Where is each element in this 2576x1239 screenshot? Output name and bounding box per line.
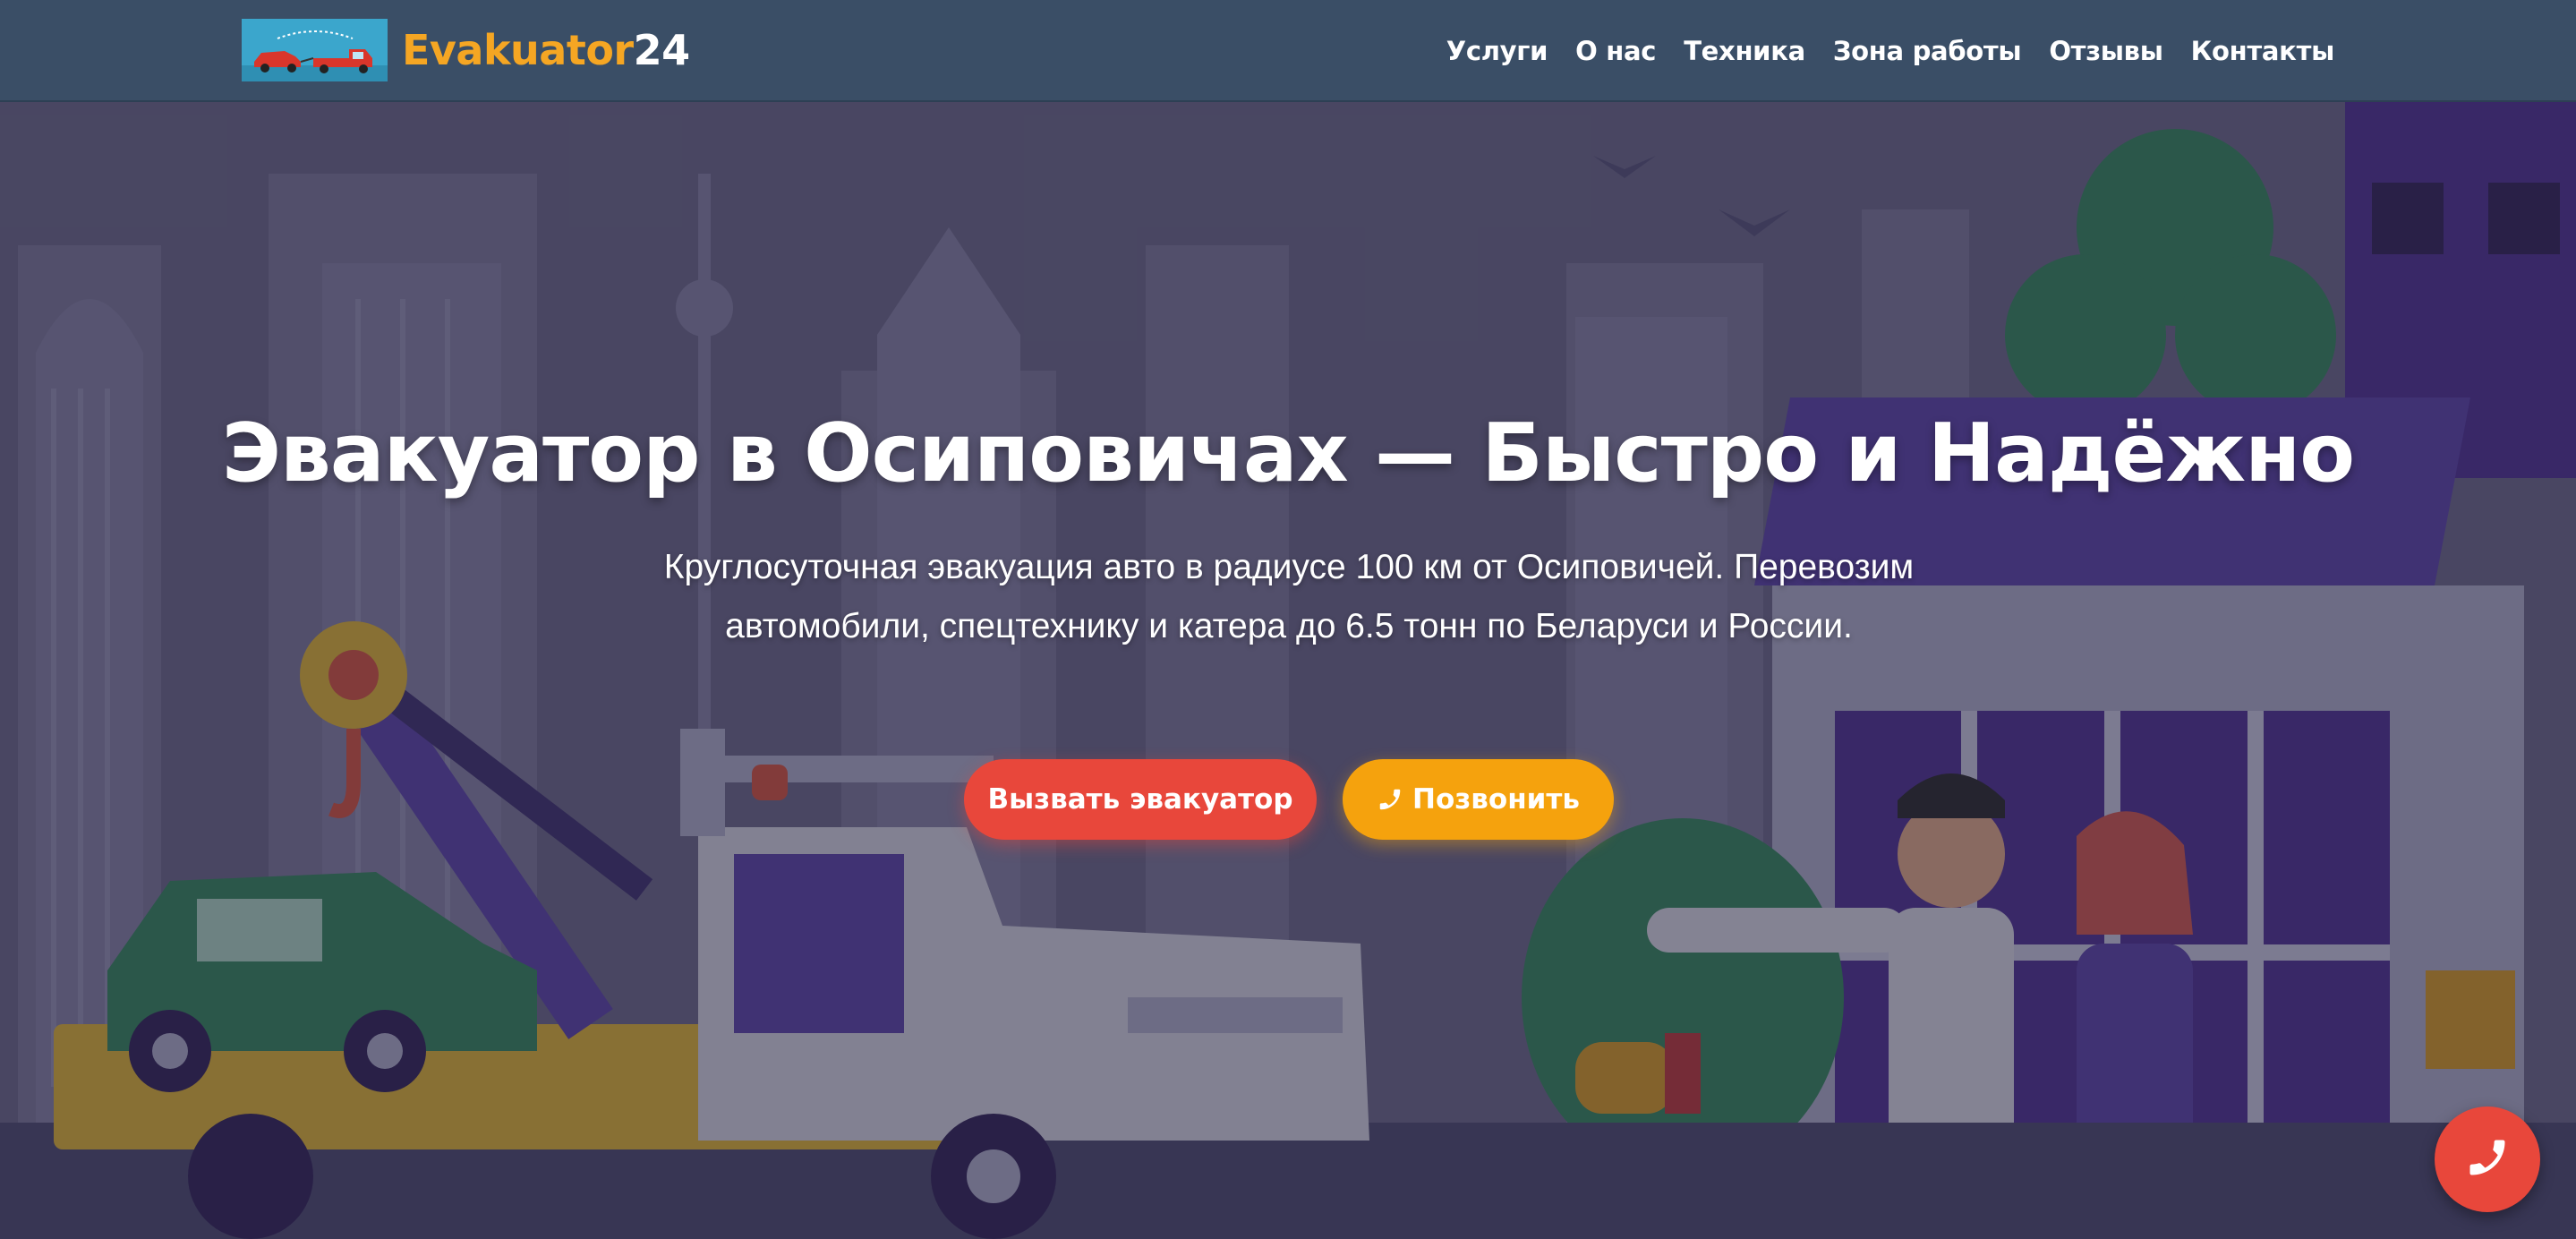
call-phone-button[interactable]: Позвонить	[1343, 759, 1614, 840]
nav-link-equipment[interactable]: Техника	[1684, 36, 1805, 66]
hero-section: Эвакуатор в Осиповичах — Быстро и Надёжн…	[0, 102, 2576, 1239]
nav-link-services[interactable]: Услуги	[1446, 36, 1548, 66]
phone-icon	[2464, 1134, 2511, 1185]
call-phone-button-label: Позвонить	[1412, 783, 1580, 816]
main-nav: Услуги О нас Техника Зона работы Отзывы …	[1446, 0, 2335, 102]
nav-link-about[interactable]: О нас	[1575, 36, 1656, 66]
brand-name-text: Evakuator	[402, 26, 634, 74]
brand-link[interactable]: Evakuator24	[242, 19, 690, 81]
nav-link-service-area[interactable]: Зона работы	[1833, 36, 2022, 66]
hero-title: Эвакуатор в Осиповичах — Быстро и Надёжн…	[221, 406, 2355, 500]
call-tow-truck-button-label: Вызвать эвакуатор	[987, 783, 1293, 816]
site-header: Evakuator24 Услуги О нас Техника Зона ра…	[0, 0, 2576, 102]
nav-link-reviews[interactable]: Отзывы	[2049, 36, 2163, 66]
nav-link-contacts[interactable]: Контакты	[2191, 36, 2335, 66]
brand-name-number: 24	[633, 26, 691, 74]
page: Evakuator24 Услуги О нас Техника Зона ра…	[0, 0, 2576, 1239]
phone-icon	[1377, 786, 1403, 813]
brand-name: Evakuator24	[402, 26, 690, 74]
call-tow-truck-button[interactable]: Вызвать эвакуатор	[964, 759, 1317, 840]
hero-dark-overlay	[0, 102, 2576, 1239]
hero-subtitle: Круглосуточная эвакуация авто в радиусе …	[663, 548, 1915, 645]
floating-call-button[interactable]	[2435, 1107, 2540, 1212]
brand-logo	[242, 19, 388, 81]
